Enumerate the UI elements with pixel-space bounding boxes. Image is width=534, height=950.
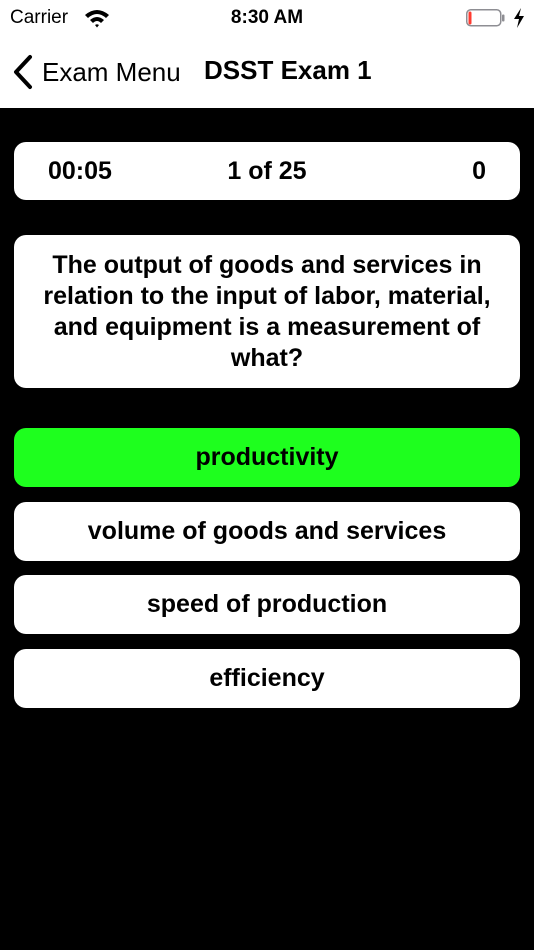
answer-option-2[interactable]: volume of goods and services [14,502,520,561]
question-text: The output of goods and services in rela… [43,250,491,372]
navigation-bar: Exam Menu DSST Exam 1 [0,38,534,108]
answer-option-3[interactable]: speed of production [14,575,520,634]
back-button[interactable]: Exam Menu [12,50,181,94]
status-time: 8:30 AM [230,7,304,28]
answer-option-1[interactable]: productivity [14,428,520,487]
status-bar: Carrier 8:30 AM [0,0,534,38]
question-card: The output of goods and services in rela… [14,235,520,388]
page-title: DSST Exam 1 [204,55,372,85]
battery-icon [466,9,505,27]
chevron-left-icon [14,55,32,89]
question-progress: 1 of 25 [227,157,307,185]
charging-bolt-icon [514,8,524,28]
exam-stats-card: 00:05 1 of 25 0 [14,142,520,200]
back-button-label: Exam Menu [42,56,181,87]
answer-option-4[interactable]: efficiency [14,649,520,708]
score-value: 0 [472,157,486,185]
